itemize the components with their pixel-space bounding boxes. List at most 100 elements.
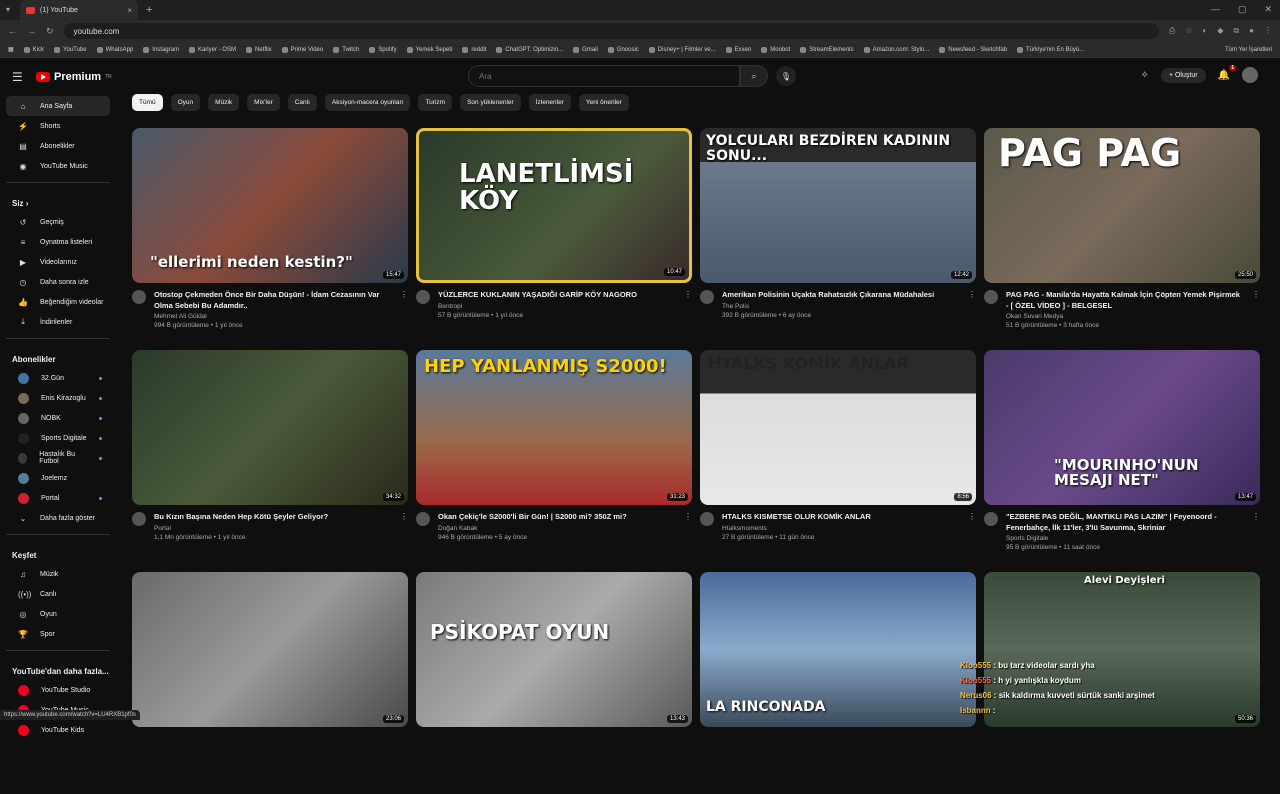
tab-close-icon[interactable]: × <box>127 6 132 15</box>
bookmark-item[interactable]: Instagram <box>143 47 179 53</box>
sidebar-item-be-endi-im-videolar[interactable]: 👍Beğendiğim videolar <box>6 292 110 312</box>
address-input[interactable]: youtube.com <box>64 23 1159 39</box>
channel-avatar[interactable] <box>416 512 430 526</box>
video-thumbnail[interactable]: YOLCULARI BEZDİREN KADININ SONU...12:42 <box>700 128 976 283</box>
video-title[interactable]: YÜZLERCE KUKLANIN YAŞADIĞI GARİP KÖY NAG… <box>438 290 676 301</box>
menu-kebab-icon[interactable]: ⋮ <box>1264 26 1272 36</box>
video-title[interactable]: Okan Çekiç'le S2000'li Bir Gün! | S2000 … <box>438 512 676 523</box>
apps-icon[interactable]: ▦ <box>8 46 14 53</box>
search-button[interactable]: ⌕ <box>740 65 768 87</box>
sidebar-item-videolar-n-z[interactable]: ▶Videolarınız <box>6 252 110 272</box>
bookmark-item[interactable]: Disney+ | Filmler ve... <box>649 47 716 53</box>
video-card[interactable]: PAG PAG25:50 PAG PAG - Manila'da Hayatta … <box>984 128 1260 350</box>
channel-name[interactable]: The Polis <box>722 303 960 310</box>
reload-icon[interactable]: ↻ <box>46 26 54 37</box>
bookmark-item[interactable]: Kick <box>24 47 44 53</box>
more-actions-icon[interactable]: ⋮ <box>1252 290 1260 329</box>
video-thumbnail[interactable]: PAG PAG25:50 <box>984 128 1260 283</box>
close-window-icon[interactable]: ✕ <box>1264 4 1272 15</box>
video-thumbnail[interactable]: "ellerimi neden kestin?"15:47 <box>132 128 408 283</box>
cast-icon[interactable]: ✧ <box>1141 70 1149 81</box>
channel-name[interactable]: Portal <box>154 525 392 532</box>
more-actions-icon[interactable]: ⋮ <box>968 290 976 319</box>
sidebar-item-m-zik[interactable]: ♫Müzik <box>6 564 110 584</box>
back-icon[interactable]: ← <box>8 26 17 36</box>
video-title[interactable]: Otostop Çekmeden Önce Bir Daha Düşün! - … <box>154 290 392 311</box>
sidebar-item-channel[interactable]: Sports Digitale <box>6 428 110 448</box>
section-you[interactable]: Siz › <box>0 189 116 212</box>
channel-avatar[interactable] <box>416 290 430 304</box>
bookmark-item[interactable]: Twitch <box>333 47 359 53</box>
sidebar-item-daha-fazla-g-ster[interactable]: ⌄Daha fazla göster <box>6 508 110 528</box>
video-title[interactable]: "EZBERE PAS DEĞİL, MANTIKLI PAS LAZIM" |… <box>1006 512 1244 533</box>
video-thumbnail[interactable]: "MOURINHO'NUN MESAJI NET"13:47 <box>984 350 1260 505</box>
video-title[interactable]: Bu Kızın Başına Neden Hep Kötü Şeyler Ge… <box>154 512 392 523</box>
search-input[interactable] <box>468 65 740 87</box>
sidebar-item-oynatma-listeleri[interactable]: ≡Oynatma listeleri <box>6 232 110 252</box>
bookmark-item[interactable]: Newsfeed - Sketchfab <box>939 47 1007 53</box>
sidebar-item-ana-sayfa[interactable]: ⌂Ana Sayfa <box>6 96 110 116</box>
channel-avatar[interactable] <box>984 290 998 304</box>
youtube-logo[interactable]: Premium TR <box>36 71 112 83</box>
sidebar-item-oyun[interactable]: ◎Oyun <box>6 604 110 624</box>
tab-search-icon[interactable]: ▾ <box>6 5 10 14</box>
sidebar-item-shorts[interactable]: ⚡Shorts <box>6 116 110 136</box>
bookmark-item[interactable]: YouTube <box>54 47 87 53</box>
channel-name[interactable]: Okan Suvari Medya <box>1006 313 1244 320</box>
channel-avatar[interactable] <box>700 290 714 304</box>
video-thumbnail[interactable]: HTALKS KOMİK ANLAR8:56 <box>700 350 976 505</box>
video-card[interactable]: "ellerimi neden kestin?"15:47 Otostop Çek… <box>132 128 408 350</box>
filter-chip[interactable]: Oyun <box>171 94 201 111</box>
more-actions-icon[interactable]: ⋮ <box>968 512 976 541</box>
video-card[interactable]: "MOURINHO'NUN MESAJI NET"13:47 "EZBERE PA… <box>984 350 1260 572</box>
sidebar-item-channel[interactable]: Enis Kirazoglu <box>6 388 110 408</box>
sidebar-item-youtube-app[interactable]: YouTube Studio <box>6 680 110 700</box>
video-title[interactable]: PAG PAG - Manila'da Hayatta Kalmak İçin … <box>1006 290 1244 311</box>
notifications-bell-icon[interactable]: 🔔1 <box>1218 70 1230 81</box>
bookmark-item[interactable]: Prime Video <box>282 47 324 53</box>
video-card[interactable]: HEP YANLANMIŞ S2000!31:23Okan Çekiç'le S… <box>416 350 692 572</box>
video-thumbnail[interactable]: 23:06 <box>132 572 408 727</box>
filter-chip[interactable]: İzlenenler <box>529 94 571 111</box>
bookmark-item[interactable]: Türkiye'nin En Büyü... <box>1017 47 1084 53</box>
filter-chip[interactable]: Yeni öneriler <box>579 94 629 111</box>
more-actions-icon[interactable]: ⋮ <box>684 290 692 319</box>
bookmark-item[interactable]: WhatsApp <box>97 47 134 53</box>
install-icon[interactable]: ⎙ <box>1169 26 1175 36</box>
create-button[interactable]: + Oluştur <box>1161 68 1206 83</box>
sidebar-item-youtube-app[interactable]: YouTube Kids <box>6 720 110 740</box>
filter-chip[interactable]: Mix'ler <box>247 94 280 111</box>
channel-name[interactable]: Htalksmoments <box>722 525 960 532</box>
video-card[interactable]: 34:32 Bu Kızın Başına Neden Hep Kötü Şeyl… <box>132 350 408 572</box>
extension-icon[interactable]: ◆ <box>1217 26 1223 36</box>
browser-tab[interactable]: (1) YouTube × <box>20 0 138 20</box>
bookmark-item[interactable]: Gmail <box>573 47 598 53</box>
channel-avatar[interactable] <box>700 512 714 526</box>
video-title[interactable]: Amerikan Polisinin Uçakta Rahatsızlık Çı… <box>722 290 960 301</box>
channel-avatar[interactable] <box>132 512 146 526</box>
channel-name[interactable]: Mehmet Ali Güldal <box>154 313 392 320</box>
bookmark-item[interactable]: Exxen <box>726 47 752 53</box>
video-card[interactable]: YOLCULARI BEZDİREN KADININ SONU...12:42 A… <box>700 128 976 350</box>
video-thumbnail[interactable]: 34:32 <box>132 350 408 505</box>
video-card[interactable]: LA RINCONADA <box>700 572 976 794</box>
bookmark-item[interactable]: Netflix <box>246 47 272 53</box>
channel-name[interactable]: Bentropi <box>438 303 676 310</box>
sidebar-item-channel[interactable]: Hastalık Bu Futbol <box>6 448 110 468</box>
extensions-puzzle-icon[interactable]: ⧉ <box>1233 26 1239 36</box>
bookmark-item[interactable]: Gnoosic <box>608 47 639 53</box>
sidebar-item-youtube-music[interactable]: ◉YouTube Music <box>6 156 110 176</box>
filter-chip[interactable]: Turizm <box>418 94 452 111</box>
voice-search-button[interactable]: 🎙 <box>776 66 796 86</box>
forward-icon[interactable]: → <box>27 26 36 36</box>
bookmark-item[interactable]: Kariyer - OSM <box>189 47 236 53</box>
sidebar-item-i-ndirilenler[interactable]: ⤓İndirilenler <box>6 312 110 332</box>
profile-icon[interactable]: ● <box>1249 26 1254 36</box>
extension-icon[interactable]: ◐ <box>1202 26 1207 36</box>
filter-chip[interactable]: Tümü <box>132 94 163 111</box>
channel-name[interactable]: Doğan Kabak <box>438 525 676 532</box>
channel-avatar[interactable] <box>984 512 998 526</box>
filter-chip[interactable]: Canlı <box>288 94 317 111</box>
sidebar-item-canl-[interactable]: ((•))Canlı <box>6 584 110 604</box>
more-actions-icon[interactable]: ⋮ <box>1252 512 1260 551</box>
